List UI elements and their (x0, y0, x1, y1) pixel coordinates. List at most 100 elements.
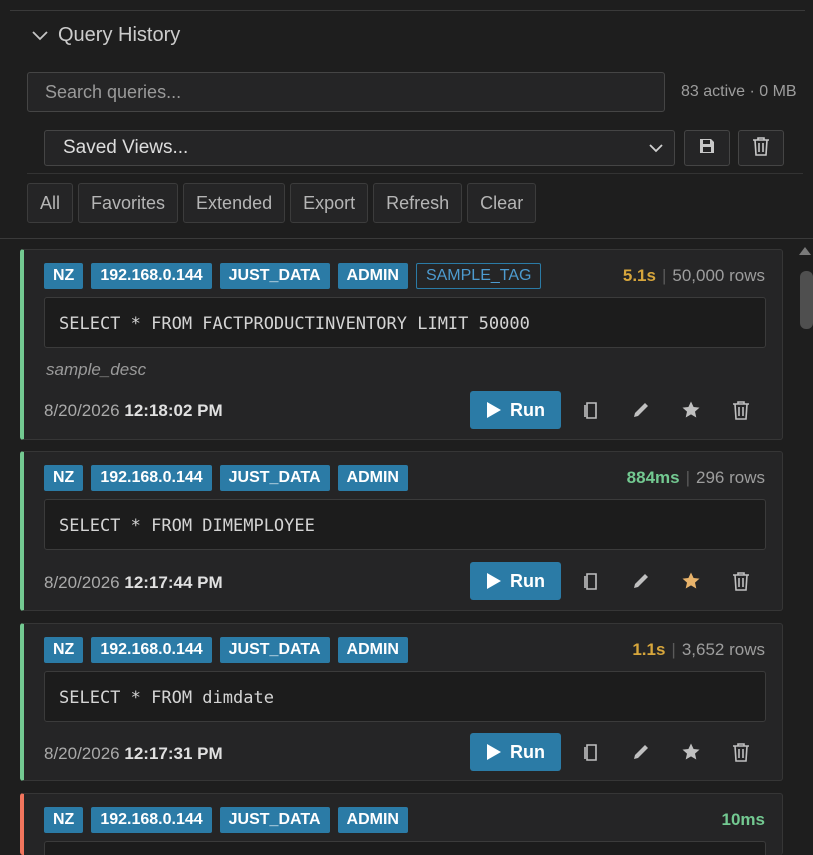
refresh-button[interactable]: Refresh (373, 183, 463, 223)
query-time: 12:17:31 PM (124, 744, 223, 763)
copy-icon (584, 573, 597, 590)
tag-db-type: NZ (44, 263, 84, 289)
tag-db-type: NZ (44, 637, 84, 663)
copy-icon (584, 402, 597, 419)
query-rows: 296 rows (696, 468, 765, 487)
run-label: Run (510, 570, 545, 591)
tag-db-type: NZ (44, 807, 84, 833)
search-input[interactable] (27, 72, 665, 112)
filter-bar: All Favorites Extended Export Refresh Cl… (27, 183, 537, 223)
tag-database: JUST_DATA (219, 637, 330, 663)
delete-query-button[interactable] (726, 737, 756, 767)
query-description: sample_desc (46, 360, 147, 379)
chevron-down-icon[interactable] (30, 25, 50, 45)
query-timestamp: 8/20/2026 12:17:31 PM (44, 744, 223, 764)
edit-query-button[interactable] (626, 395, 656, 425)
delete-view-button[interactable] (738, 130, 784, 166)
favorite-query-button[interactable] (676, 737, 706, 767)
panel-header[interactable]: Query History (30, 22, 180, 48)
star-icon (682, 743, 700, 760)
saved-views-label: Saved Views... (63, 137, 189, 158)
edit-query-button[interactable] (626, 566, 656, 596)
tag-custom: SAMPLE_TAG (415, 263, 542, 289)
query-tags: NZ 192.168.0.144 JUST_DATA ADMIN (44, 465, 408, 491)
query-sql: SELECT * FROM dimdate (44, 671, 766, 722)
save-view-button[interactable] (684, 130, 730, 166)
query-duration: 884ms (626, 468, 680, 487)
tag-db-type: NZ (44, 465, 84, 491)
query-duration: 10ms (721, 810, 765, 829)
tag-schema: ADMIN (337, 807, 408, 833)
filter-extended-button[interactable]: Extended (183, 183, 286, 223)
run-query-button[interactable]: Run (470, 562, 561, 600)
scroll-up-arrow-icon[interactable] (797, 244, 813, 258)
tag-database: JUST_DATA (219, 263, 330, 289)
filter-favorites-button[interactable]: Favorites (78, 183, 179, 223)
tag-schema: ADMIN (337, 637, 408, 663)
delete-query-button[interactable] (726, 395, 756, 425)
query-card: NZ 192.168.0.144 JUST_DATA ADMIN 1.1s | 3,… (20, 623, 783, 781)
tag-host: 192.168.0.144 (91, 465, 212, 491)
play-icon (487, 573, 501, 589)
top-divider (10, 10, 805, 11)
list-divider (0, 238, 813, 239)
run-label: Run (510, 741, 545, 762)
trash-icon (733, 401, 749, 420)
copy-icon (584, 744, 597, 761)
run-label: Run (510, 399, 545, 420)
run-query-button[interactable]: Run (470, 733, 561, 771)
query-date: 8/20/2026 (44, 573, 120, 592)
query-rows: 3,652 rows (681, 640, 765, 659)
tag-schema: ADMIN (337, 465, 408, 491)
query-card: NZ 192.168.0.144 JUST_DATA ADMIN SAMPLE_… (20, 249, 783, 440)
trash-icon (750, 135, 772, 162)
query-timestamp: 8/20/2026 12:17:44 PM (44, 573, 223, 593)
tag-schema: ADMIN (337, 263, 408, 289)
scrollbar-thumb[interactable] (800, 271, 813, 329)
run-query-button[interactable]: Run (470, 391, 561, 429)
query-tags: NZ 192.168.0.144 JUST_DATA ADMIN (44, 807, 408, 833)
query-duration: 5.1s (622, 266, 656, 285)
tag-database: JUST_DATA (219, 465, 330, 491)
saved-views-select[interactable]: Saved Views... (44, 130, 675, 166)
star-icon (682, 572, 700, 589)
pencil-icon (634, 403, 648, 417)
save-icon (698, 137, 716, 160)
panel-title: Query History (58, 23, 181, 46)
query-card: NZ 192.168.0.144 JUST_DATA ADMIN 884ms | 2… (20, 451, 783, 611)
trash-icon (733, 743, 749, 762)
copy-query-button[interactable] (576, 737, 606, 767)
query-tags: NZ 192.168.0.144 JUST_DATA ADMIN SAMPLE_… (44, 263, 542, 289)
play-icon (487, 744, 501, 760)
query-meta: 884ms | 296 rows (626, 468, 765, 487)
trash-icon (733, 572, 749, 591)
filter-divider (27, 173, 803, 174)
query-sql: SELECT * FROM DIMEMPLOYEE (44, 499, 766, 550)
pencil-icon (634, 574, 648, 588)
filter-all-button[interactable]: All (27, 183, 74, 223)
favorite-query-button[interactable] (676, 395, 706, 425)
query-date: 8/20/2026 (44, 744, 120, 763)
export-button[interactable]: Export (290, 183, 369, 223)
clear-button[interactable]: Clear (467, 183, 537, 223)
query-meta: 10ms (722, 810, 765, 830)
copy-query-button[interactable] (576, 566, 606, 596)
query-tags: NZ 192.168.0.144 JUST_DATA ADMIN (44, 637, 408, 663)
query-meta: 5.1s | 50,000 rows (622, 266, 765, 285)
tag-database: JUST_DATA (219, 807, 330, 833)
star-icon (682, 401, 700, 418)
chevron-down-icon (644, 139, 668, 157)
delete-query-button[interactable] (726, 566, 756, 596)
query-meta: 1.1s | 3,652 rows (632, 640, 765, 659)
query-card: NZ 192.168.0.144 JUST_DATA ADMIN 10ms (20, 793, 783, 855)
query-time: 12:17:44 PM (124, 573, 223, 592)
tag-host: 192.168.0.144 (91, 263, 212, 289)
query-date: 8/20/2026 (44, 401, 120, 420)
favorite-query-button[interactable] (676, 566, 706, 596)
tag-host: 192.168.0.144 (91, 637, 212, 663)
edit-query-button[interactable] (626, 737, 656, 767)
play-icon (487, 402, 501, 418)
query-timestamp: 8/20/2026 12:18:02 PM (44, 401, 223, 421)
tag-host: 192.168.0.144 (91, 807, 212, 833)
copy-query-button[interactable] (576, 395, 606, 425)
